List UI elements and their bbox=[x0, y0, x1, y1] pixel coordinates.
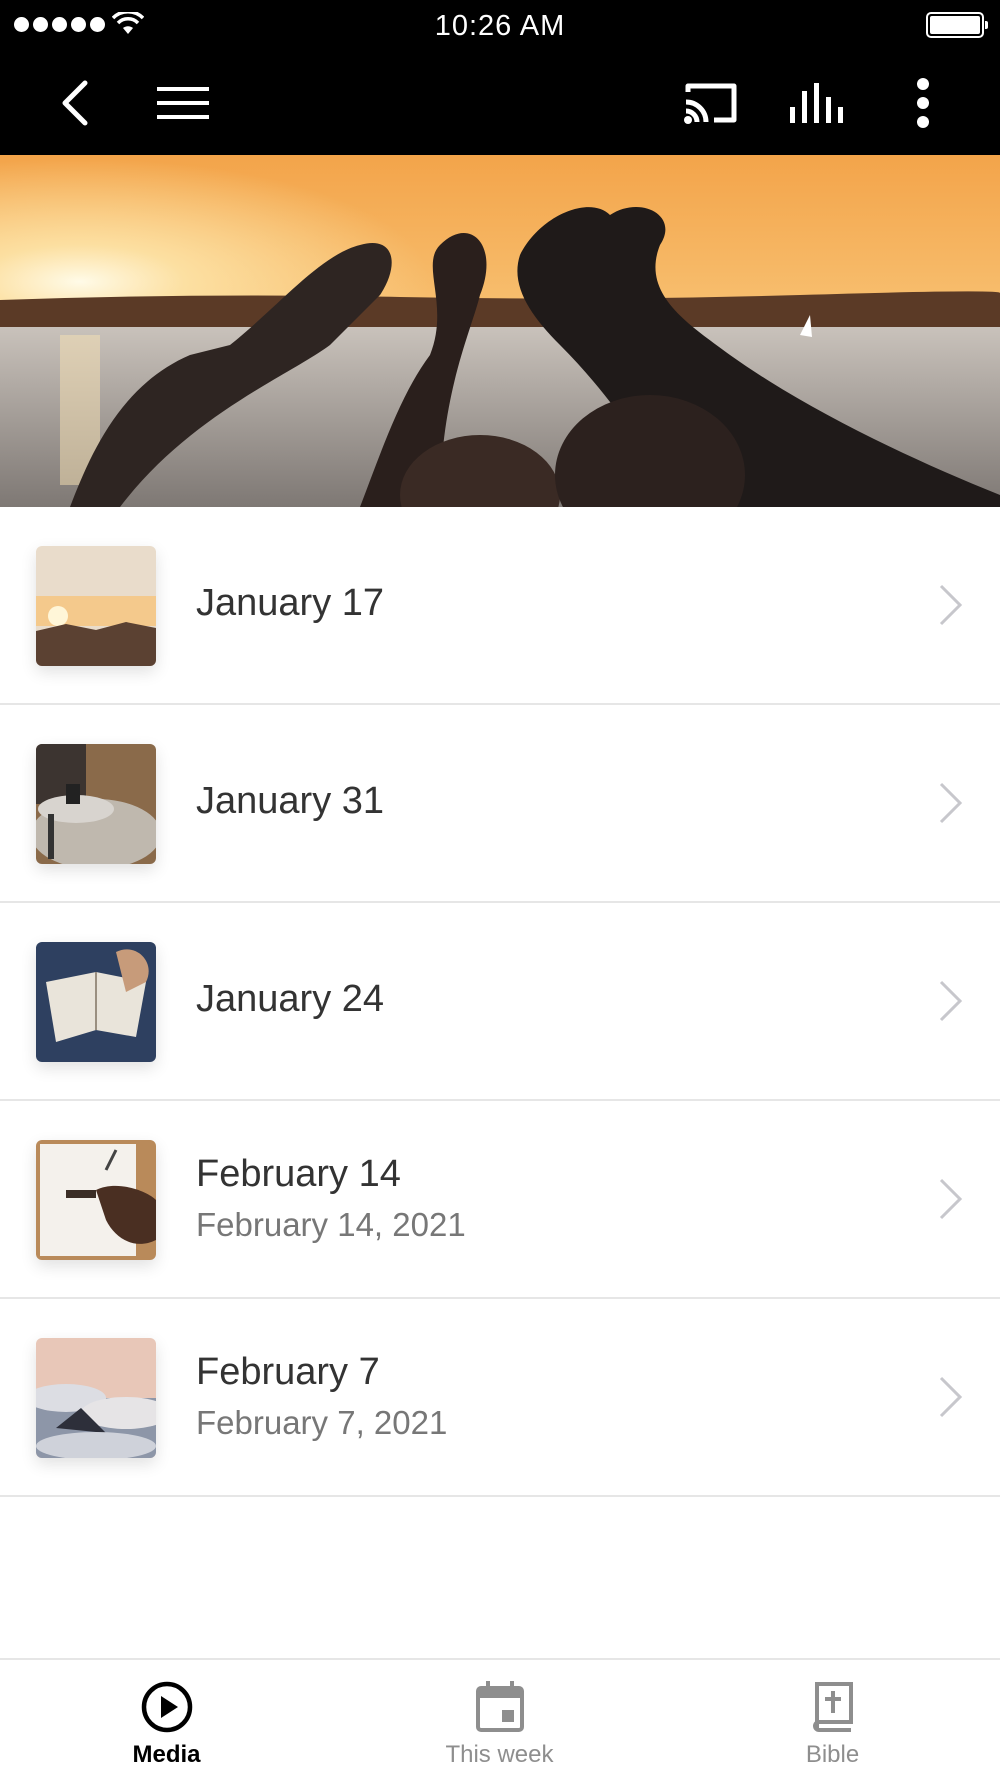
item-subtitle: February 14, 2021 bbox=[196, 1206, 466, 1243]
calendar-icon bbox=[475, 1681, 524, 1732]
status-time: 10:26 AM bbox=[434, 10, 566, 42]
item-title: January 17 bbox=[196, 582, 385, 624]
list-item[interactable]: January 24 bbox=[0, 903, 1000, 1101]
list-item[interactable]: February 14 February 14, 2021 bbox=[0, 1101, 1000, 1299]
thumbnail-sunrise-mountain bbox=[36, 546, 156, 666]
item-subtitle: February 7, 2021 bbox=[196, 1404, 448, 1441]
navigation-bar bbox=[0, 50, 1000, 155]
chevron-right-icon bbox=[939, 1178, 963, 1220]
chevron-right-icon bbox=[939, 782, 963, 824]
tab-label: This week bbox=[445, 1741, 554, 1768]
thumbnail-coffee-table bbox=[36, 744, 156, 864]
item-title: February 7 bbox=[196, 1351, 380, 1393]
bible-icon bbox=[812, 1682, 853, 1732]
thumbnail-clouds-peaks bbox=[36, 1338, 156, 1458]
thumbnail-notebook-writing bbox=[36, 1140, 156, 1260]
chevron-right-icon bbox=[939, 980, 963, 1022]
more-vertical-icon bbox=[917, 77, 929, 128]
list-item[interactable]: January 17 bbox=[0, 507, 1000, 705]
list-item[interactable]: February 7 February 7, 2021 bbox=[0, 1299, 1000, 1497]
item-title: January 24 bbox=[196, 978, 385, 1020]
item-title: January 31 bbox=[196, 780, 385, 822]
tab-media[interactable]: Media bbox=[0, 1660, 333, 1778]
tab-bar: Media This week Bible bbox=[0, 1658, 1000, 1778]
more-button[interactable] bbox=[888, 50, 958, 155]
item-title: February 14 bbox=[196, 1153, 401, 1195]
back-button[interactable] bbox=[40, 50, 110, 155]
chevron-right-icon bbox=[939, 584, 963, 626]
tab-label: Bible bbox=[805, 1741, 860, 1768]
tab-label: Media bbox=[132, 1741, 201, 1768]
hamburger-menu-icon bbox=[157, 86, 209, 119]
chevron-right-icon bbox=[939, 1376, 963, 1418]
menu-button[interactable] bbox=[148, 50, 218, 155]
back-chevron-icon bbox=[62, 80, 88, 125]
media-list: January 17 January 31 January 24 Februar… bbox=[0, 507, 1000, 1497]
status-bar: 10:26 AM bbox=[0, 0, 1000, 50]
hero-image bbox=[0, 155, 1000, 507]
battery-icon bbox=[926, 12, 988, 38]
audio-bars-icon bbox=[790, 82, 843, 123]
thumbnail-open-bible bbox=[36, 942, 156, 1062]
cast-button[interactable] bbox=[676, 50, 746, 155]
tab-this-week[interactable]: This week bbox=[333, 1660, 666, 1778]
cast-icon bbox=[684, 83, 737, 124]
list-item[interactable]: January 31 bbox=[0, 705, 1000, 903]
tab-bible[interactable]: Bible bbox=[666, 1660, 999, 1778]
play-circle-icon bbox=[141, 1681, 192, 1733]
audio-button[interactable] bbox=[782, 50, 852, 155]
